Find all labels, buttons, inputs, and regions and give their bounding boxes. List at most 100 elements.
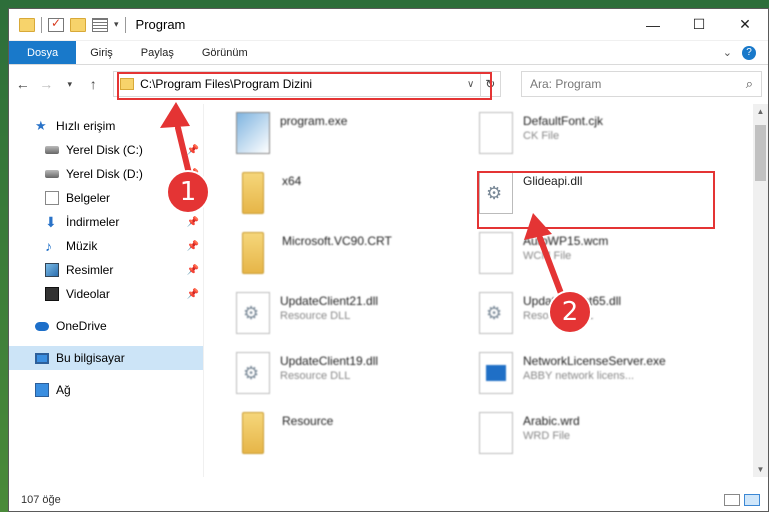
tab-home[interactable]: Giriş — [76, 41, 127, 64]
tab-file[interactable]: Dosya — [9, 41, 77, 64]
sidebar-item-network[interactable]: Ağ — [9, 378, 203, 402]
videos-icon — [45, 287, 59, 301]
details-view-icon[interactable] — [724, 494, 740, 506]
search-icon: ⌕ — [745, 76, 754, 91]
file-item[interactable]: UpdateClient19.dll Resource DLL — [236, 352, 476, 408]
pin-icon[interactable]: 📌 — [187, 145, 199, 156]
file-item[interactable]: UpdateClient65.dll Resource DLL — [479, 292, 719, 348]
sidebar-item-this-pc[interactable]: Bu bilgisayar — [9, 346, 203, 370]
explorer-window: ▾ Program — ☐ ✕ Dosya Giriş Paylaş Görün… — [8, 8, 769, 512]
minimize-button[interactable]: — — [630, 9, 676, 40]
network-exe-icon — [479, 352, 513, 394]
sidebar-item-label: Videolar — [66, 287, 110, 301]
file-item-selected[interactable]: Glideapi.dll — [479, 172, 719, 228]
item-count: 107 öğe — [21, 494, 61, 506]
file-item[interactable]: Resource — [236, 412, 476, 468]
sidebar-item-label: Bu bilgisayar — [56, 351, 125, 365]
scroll-thumb[interactable] — [755, 125, 766, 181]
step-badge-1: 1 — [166, 170, 210, 214]
folder-icon — [120, 78, 135, 90]
search-input[interactable]: Ara: Program ⌕ — [521, 71, 763, 97]
new-folder-icon[interactable] — [70, 17, 86, 32]
back-icon[interactable]: ← — [15, 76, 31, 92]
music-icon: ♪ — [45, 238, 52, 254]
refresh-button[interactable]: ↻ — [479, 71, 501, 97]
file-name: UpdateClient21.dll — [280, 294, 379, 308]
document-icon — [479, 232, 513, 274]
vertical-scrollbar[interactable]: ▲ ▼ — [753, 104, 768, 477]
maximize-button[interactable]: ☐ — [676, 9, 722, 40]
close-button[interactable]: ✕ — [722, 9, 768, 40]
ribbon: Dosya Giriş Paylaş Görünüm ⌄ ? — [9, 41, 768, 65]
documents-icon — [45, 191, 59, 205]
pin-icon[interactable]: 📌 — [187, 241, 199, 252]
file-item[interactable]: program.exe — [236, 112, 476, 168]
scroll-up-icon[interactable]: ▲ — [753, 104, 768, 119]
file-item[interactable]: NetworkLicenseServer.exe ABBY network li… — [479, 352, 719, 408]
sidebar-item-quick-access[interactable]: ★ Hızlı erişim — [9, 114, 203, 138]
file-name: AutoWP15.wcm — [523, 234, 609, 248]
sidebar-item-label: Resimler — [66, 263, 114, 277]
star-icon: ★ — [35, 118, 47, 133]
file-item[interactable]: UpdateClient21.dll Resource DLL — [236, 292, 476, 348]
file-item[interactable]: DefaultFont.cjk CK File — [479, 112, 719, 168]
file-name: DefaultFont.cjk — [523, 114, 604, 128]
sidebar-item-onedrive[interactable]: OneDrive — [9, 314, 203, 338]
dll-icon — [479, 172, 513, 214]
status-bar: 107 öğe — [9, 489, 768, 511]
chevron-down-icon[interactable]: ▾ — [114, 19, 119, 30]
pin-icon[interactable]: 📌 — [187, 217, 199, 228]
content-area: ★ Hızlı erişim Yerel Disk (C:) 📌 Yerel D… — [9, 104, 768, 477]
tab-share[interactable]: Paylaş — [127, 41, 188, 64]
sidebar-item-label: Belgeler — [66, 191, 111, 205]
ribbon-right: ⌄ ? — [723, 41, 768, 64]
file-item[interactable]: x64 — [236, 172, 476, 228]
sidebar-item-downloads[interactable]: ⬇ İndirmeler 📌 — [9, 210, 203, 234]
tab-view[interactable]: Görünüm — [188, 41, 262, 64]
large-icons-view-icon[interactable] — [744, 494, 760, 506]
onedrive-icon — [35, 321, 49, 331]
scroll-down-icon[interactable]: ▼ — [753, 462, 768, 477]
file-type: WRD File — [523, 430, 571, 442]
file-name: program.exe — [280, 114, 348, 128]
folder-icon — [242, 412, 264, 454]
folder-icon — [242, 232, 264, 274]
recent-locations-icon[interactable]: ▾ — [62, 79, 78, 90]
forward-icon[interactable]: → — [39, 76, 55, 92]
dll-icon — [236, 352, 270, 394]
download-icon: ⬇ — [45, 214, 57, 230]
help-icon[interactable]: ? — [742, 45, 756, 60]
computer-icon — [35, 352, 49, 364]
file-name: Microsoft.VC90.CRT — [282, 234, 392, 248]
pin-icon[interactable]: 📌 — [187, 265, 199, 276]
network-icon — [35, 383, 49, 397]
sidebar-item-label: Ağ — [56, 383, 71, 397]
pictures-icon — [45, 263, 59, 277]
chevron-down-icon[interactable]: ∨ — [462, 79, 480, 90]
file-item[interactable]: AutoWP15.wcm WCM File — [479, 232, 719, 288]
exe-icon — [236, 112, 270, 154]
file-name: UpdateClient19.dll — [280, 354, 379, 368]
file-name: Arabic.wrd — [523, 414, 580, 428]
sidebar-item-label: Müzik — [66, 239, 98, 253]
folder-icon — [242, 172, 264, 214]
properties-icon[interactable] — [48, 16, 64, 32]
navigation-pane: ★ Hızlı erişim Yerel Disk (C:) 📌 Yerel D… — [9, 104, 204, 477]
expand-ribbon-icon[interactable]: ⌄ — [723, 46, 732, 59]
sidebar-item-pictures[interactable]: Resimler 📌 — [9, 258, 203, 282]
customize-icon[interactable] — [92, 17, 108, 32]
file-list: program.exe DefaultFont.cjk CK File x64 … — [204, 104, 753, 477]
sidebar-item-label: OneDrive — [56, 319, 107, 333]
quick-access-toolbar: ▾ — [9, 16, 126, 33]
pin-icon[interactable]: 📌 — [187, 289, 199, 300]
address-bar[interactable]: C:\Program Files\Program Dizini ∨ — [113, 71, 481, 97]
file-item[interactable]: Microsoft.VC90.CRT — [236, 232, 476, 288]
sidebar-item-music[interactable]: ♪ Müzik 📌 — [9, 234, 203, 258]
file-type: Resource DLL — [280, 370, 351, 382]
sidebar-item-videos[interactable]: Videolar 📌 — [9, 282, 203, 306]
drive-icon — [45, 146, 59, 154]
up-icon[interactable]: ↑ — [86, 76, 102, 92]
sidebar-item-disk-c[interactable]: Yerel Disk (C:) 📌 — [9, 138, 203, 162]
file-item[interactable]: Arabic.wrd WRD File — [479, 412, 719, 468]
file-name: x64 — [282, 174, 302, 188]
